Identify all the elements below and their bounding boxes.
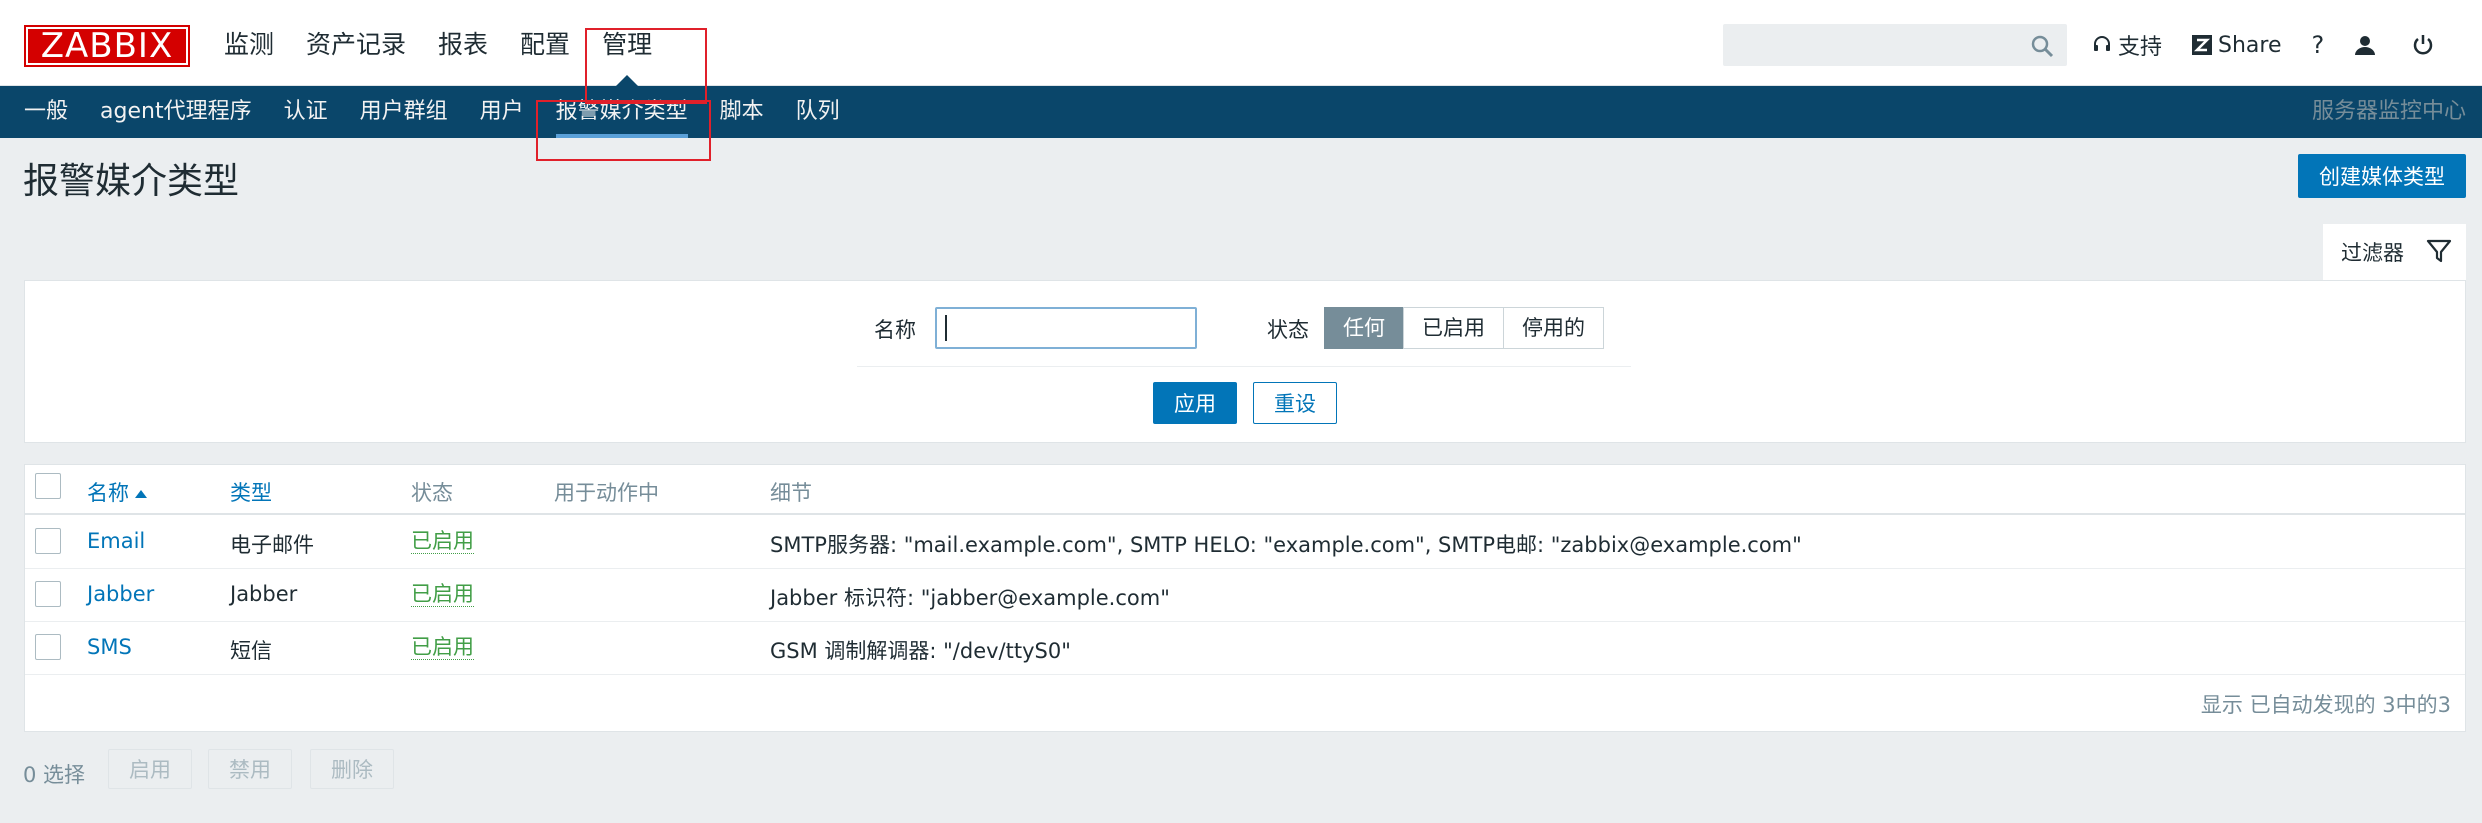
headset-icon <box>2094 36 2110 51</box>
filter-name-label: 名称 <box>874 318 916 342</box>
subnav-users[interactable]: 用户 <box>464 86 540 138</box>
main-nav: 监测 资产记录 报表 配置 管理 <box>208 26 668 88</box>
server-name: 服务器监控中心 <box>2311 99 2466 124</box>
zabbix-share-icon <box>2192 35 2213 55</box>
media-type-name-link[interactable]: SMS <box>87 635 132 659</box>
subnav-authentication[interactable]: 认证 <box>268 86 344 138</box>
status-option-disabled[interactable]: 停用的 <box>1503 307 1604 349</box>
apply-button[interactable]: 应用 <box>1153 382 1237 424</box>
page-title: 报警媒介类型 <box>23 161 240 202</box>
help-icon: ? <box>2311 31 2325 59</box>
subnav-general[interactable]: 一般 <box>8 86 84 138</box>
media-type-type: 电子邮件 <box>230 533 314 557</box>
reset-button[interactable]: 重设 <box>1253 382 1337 424</box>
share-link[interactable]: Share <box>2192 28 2282 62</box>
table-row: Email 电子邮件 已启用 SMTP服务器: "mail.example.co… <box>25 516 2465 569</box>
support-link[interactable]: 支持 <box>2092 28 2162 62</box>
subnav-scripts[interactable]: 脚本 <box>704 86 780 138</box>
subnav-user-groups[interactable]: 用户群组 <box>344 86 464 138</box>
media-type-status[interactable]: 已启用 <box>411 582 474 607</box>
filter-panel: 名称 状态 任何 已启用 停用的 应用 重设 <box>24 280 2466 443</box>
row-checkbox[interactable] <box>35 581 61 607</box>
table-row: SMS 短信 已启用 GSM 调制解调器: "/dev/ttyS0" <box>25 622 2465 675</box>
share-label: Share <box>2218 32 2282 58</box>
column-used-in-actions-header: 用于动作中 <box>554 481 659 505</box>
media-type-name-link[interactable]: Jabber <box>87 582 154 606</box>
nav-administration[interactable]: 管理 <box>586 26 668 88</box>
sub-nav: 一般 agent代理程序 认证 用户群组 用户 报警媒介类型 脚本 队列 服务器… <box>0 86 2482 138</box>
nav-configuration[interactable]: 配置 <box>504 26 586 64</box>
table-header: 名称 类型 状态 用于动作中 细节 <box>25 465 2465 515</box>
column-type-header[interactable]: 类型 <box>230 477 272 507</box>
help-button[interactable]: ? <box>2312 28 2325 62</box>
user-icon <box>2355 36 2376 55</box>
media-type-type: 短信 <box>230 639 272 663</box>
filter-icon <box>2426 239 2452 263</box>
subnav-proxies[interactable]: agent代理程序 <box>84 86 268 138</box>
support-label: 支持 <box>2118 35 2163 60</box>
sort-asc-icon <box>135 490 147 498</box>
column-status-header: 状态 <box>411 481 453 505</box>
status-option-any[interactable]: 任何 <box>1324 307 1404 349</box>
status-radio-group: 任何 已启用 停用的 <box>1324 307 1604 349</box>
power-icon <box>2414 35 2433 55</box>
table-summary: 显示 已自动发现的 3中的3 <box>2200 693 2451 717</box>
media-type-status[interactable]: 已启用 <box>411 635 474 660</box>
text-cursor <box>945 315 947 341</box>
mass-disable-button[interactable]: 禁用 <box>208 749 292 789</box>
status-option-enabled[interactable]: 已启用 <box>1403 307 1504 349</box>
nav-inventory[interactable]: 资产记录 <box>290 26 422 64</box>
mass-delete-button[interactable]: 删除 <box>310 749 394 789</box>
column-name-header[interactable]: 名称 <box>87 477 147 507</box>
table-row: Jabber Jabber 已启用 Jabber 标识符: "jabber@ex… <box>25 569 2465 622</box>
selected-count: 0 选择 <box>23 763 86 787</box>
create-media-type-button[interactable]: 创建媒体类型 <box>2298 154 2466 198</box>
column-details-header: 细节 <box>770 481 812 505</box>
mass-enable-button[interactable]: 启用 <box>108 749 192 789</box>
top-bar: ZABBIX 监测 资产记录 报表 配置 管理 支持 Share ? <box>0 0 2482 88</box>
nav-monitoring[interactable]: 监测 <box>208 26 290 64</box>
user-profile-button[interactable] <box>2354 28 2382 62</box>
media-types-table: 名称 类型 状态 用于动作中 细节 Email 电子邮件 已启用 SMTP服务器… <box>24 464 2466 732</box>
search-input[interactable] <box>1723 24 2067 66</box>
subnav-queue[interactable]: 队列 <box>780 86 856 138</box>
row-checkbox[interactable] <box>35 634 61 660</box>
select-all-checkbox[interactable] <box>35 473 61 499</box>
media-type-name-link[interactable]: Email <box>87 529 145 553</box>
row-checkbox[interactable] <box>35 528 61 554</box>
filter-status-label: 状态 <box>1267 318 1309 342</box>
filter-tab-label: 过滤器 <box>2341 241 2404 265</box>
media-type-details: GSM 调制解调器: "/dev/ttyS0" <box>770 639 1071 663</box>
filter-name-input[interactable] <box>935 307 1197 349</box>
filter-tab[interactable]: 过滤器 <box>2323 224 2466 280</box>
filter-divider <box>857 366 1631 367</box>
media-type-details: Jabber 标识符: "jabber@example.com" <box>770 586 1170 610</box>
zabbix-logo[interactable]: ZABBIX <box>24 25 190 67</box>
column-name-label: 名称 <box>87 481 129 505</box>
search-icon[interactable] <box>2030 34 2054 58</box>
subnav-media-types[interactable]: 报警媒介类型 <box>540 86 704 138</box>
media-type-status[interactable]: 已启用 <box>411 529 474 554</box>
nav-reports[interactable]: 报表 <box>422 26 504 64</box>
media-type-type: Jabber <box>230 582 298 606</box>
top-right-tools: 支持 Share ? <box>2092 28 2440 62</box>
media-type-details: SMTP服务器: "mail.example.com", SMTP HELO: … <box>770 533 1802 557</box>
sign-out-button[interactable] <box>2412 28 2440 62</box>
